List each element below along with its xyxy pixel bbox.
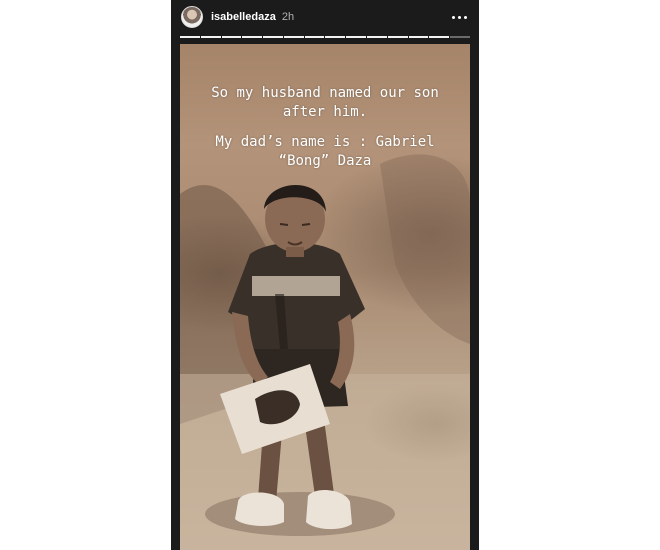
- progress-segment: [367, 36, 387, 38]
- progress-segment: [408, 36, 429, 38]
- story-progress-bar: [180, 36, 470, 38]
- story-header: isabelledaza 2h: [171, 0, 479, 34]
- progress-segment: [387, 36, 408, 38]
- more-options-icon[interactable]: [450, 12, 469, 23]
- progress-segment: [325, 36, 346, 38]
- story-caption: So my husband named our son after him. M…: [180, 84, 470, 171]
- profile-avatar[interactable]: [181, 6, 203, 28]
- dot-icon: [458, 15, 461, 19]
- username[interactable]: isabelledaza: [211, 11, 276, 23]
- dot-icon: [452, 15, 455, 19]
- caption-line-2: My dad’s name is : Gabriel “Bong” Daza: [215, 134, 435, 169]
- caption-line-1: So my husband named our son after him.: [211, 85, 439, 120]
- progress-segment: [200, 36, 221, 38]
- progress-segment: [346, 36, 367, 38]
- progress-segment: [450, 36, 470, 38]
- progress-segment: [242, 36, 263, 38]
- progress-segment: [304, 36, 325, 38]
- dot-icon: [464, 15, 467, 19]
- story-viewer[interactable]: isabelledaza 2h So my husband named our …: [171, 0, 479, 550]
- timestamp: 2h: [281, 11, 295, 23]
- progress-segment: [180, 36, 200, 38]
- progress-segment: [221, 36, 242, 38]
- story-photo[interactable]: So my husband named our son after him. M…: [180, 44, 470, 550]
- progress-segment: [429, 36, 450, 38]
- progress-segment: [263, 36, 283, 38]
- progress-segment: [283, 36, 304, 38]
